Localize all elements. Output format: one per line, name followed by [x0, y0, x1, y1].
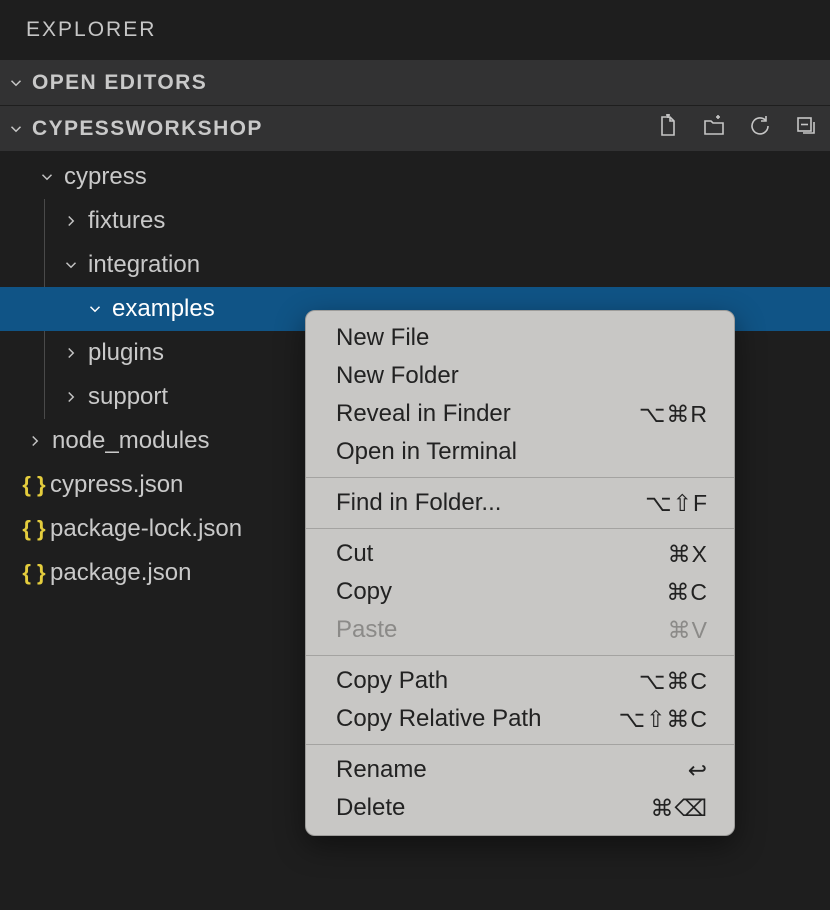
menu-separator [306, 528, 734, 529]
tree-label: fixtures [88, 207, 165, 235]
section-project-actions [656, 114, 818, 144]
menu-separator [306, 744, 734, 745]
section-open-editors[interactable]: OPEN EDITORS [0, 60, 830, 105]
menu-item-reveal-finder[interactable]: Reveal in Finder ⌥⌘R [306, 395, 734, 433]
chevron-down-icon [30, 168, 64, 186]
menu-item-copy[interactable]: Copy ⌘C [306, 573, 734, 611]
menu-item-label: Find in Folder... [336, 489, 501, 517]
menu-item-copy-relative-path[interactable]: Copy Relative Path ⌥⇧⌘C [306, 700, 734, 738]
chevron-right-icon [54, 344, 88, 362]
menu-item-label: Rename [336, 756, 427, 784]
menu-item-delete[interactable]: Delete ⌘⌫ [306, 789, 734, 827]
menu-item-find-in-folder[interactable]: Find in Folder... ⌥⇧F [306, 484, 734, 522]
tree-folder-cypress[interactable]: cypress [0, 155, 830, 199]
tree-folder-integration[interactable]: integration [0, 243, 830, 287]
menu-separator [306, 655, 734, 656]
json-icon: { } [18, 516, 50, 542]
chevron-right-icon [18, 432, 52, 450]
menu-item-shortcut: ⌘C [666, 579, 708, 606]
menu-item-shortcut: ⌘⌫ [650, 795, 708, 822]
menu-item-label: Delete [336, 794, 405, 822]
menu-item-label: Open in Terminal [336, 438, 517, 466]
new-file-icon[interactable] [656, 114, 680, 144]
chevron-down-icon [0, 74, 32, 92]
menu-item-shortcut: ⌥⌘R [639, 401, 708, 428]
menu-item-new-folder[interactable]: New Folder [306, 357, 734, 395]
menu-item-label: Copy Path [336, 667, 448, 695]
menu-item-label: Reveal in Finder [336, 400, 511, 428]
tree-label: support [88, 383, 168, 411]
collapse-all-icon[interactable] [794, 114, 818, 144]
chevron-down-icon [54, 256, 88, 274]
chevron-down-icon [0, 120, 32, 138]
menu-item-label: Paste [336, 616, 397, 644]
json-icon: { } [18, 560, 50, 586]
menu-item-cut[interactable]: Cut ⌘X [306, 535, 734, 573]
menu-item-label: Copy [336, 578, 392, 606]
chevron-right-icon [54, 212, 88, 230]
menu-item-open-terminal[interactable]: Open in Terminal [306, 433, 734, 471]
tree-label: package.json [50, 559, 191, 587]
refresh-icon[interactable] [748, 114, 772, 144]
new-folder-icon[interactable] [702, 114, 726, 144]
menu-item-label: New Folder [336, 362, 459, 390]
menu-item-shortcut: ⌥⌘C [639, 668, 708, 695]
section-project-label: CYPESSWORKSHOP [32, 117, 656, 141]
menu-item-rename[interactable]: Rename ↩ [306, 751, 734, 789]
tree-folder-fixtures[interactable]: fixtures [0, 199, 830, 243]
menu-separator [306, 477, 734, 478]
menu-item-shortcut: ⌘V [668, 617, 708, 644]
section-open-editors-label: OPEN EDITORS [32, 71, 818, 95]
tree-label: examples [112, 295, 215, 323]
menu-item-new-file[interactable]: New File [306, 319, 734, 357]
menu-item-label: Copy Relative Path [336, 705, 541, 733]
menu-item-shortcut: ↩ [688, 757, 708, 784]
chevron-right-icon [54, 388, 88, 406]
tree-label: cypress [64, 163, 147, 191]
menu-item-label: New File [336, 324, 429, 352]
menu-item-copy-path[interactable]: Copy Path ⌥⌘C [306, 662, 734, 700]
menu-item-shortcut: ⌘X [668, 541, 708, 568]
explorer-header: EXPLORER [0, 0, 830, 60]
section-project[interactable]: CYPESSWORKSHOP [0, 106, 830, 151]
menu-item-shortcut: ⌥⇧⌘C [619, 706, 708, 733]
menu-item-shortcut: ⌥⇧F [645, 490, 708, 517]
tree-label: integration [88, 251, 200, 279]
chevron-down-icon [78, 300, 112, 318]
explorer-title: EXPLORER [26, 18, 156, 42]
json-icon: { } [18, 472, 50, 498]
menu-item-label: Cut [336, 540, 373, 568]
context-menu: New File New Folder Reveal in Finder ⌥⌘R… [305, 310, 735, 836]
tree-label: cypress.json [50, 471, 183, 499]
menu-item-paste: Paste ⌘V [306, 611, 734, 649]
tree-label: node_modules [52, 427, 209, 455]
tree-label: package-lock.json [50, 515, 242, 543]
tree-label: plugins [88, 339, 164, 367]
